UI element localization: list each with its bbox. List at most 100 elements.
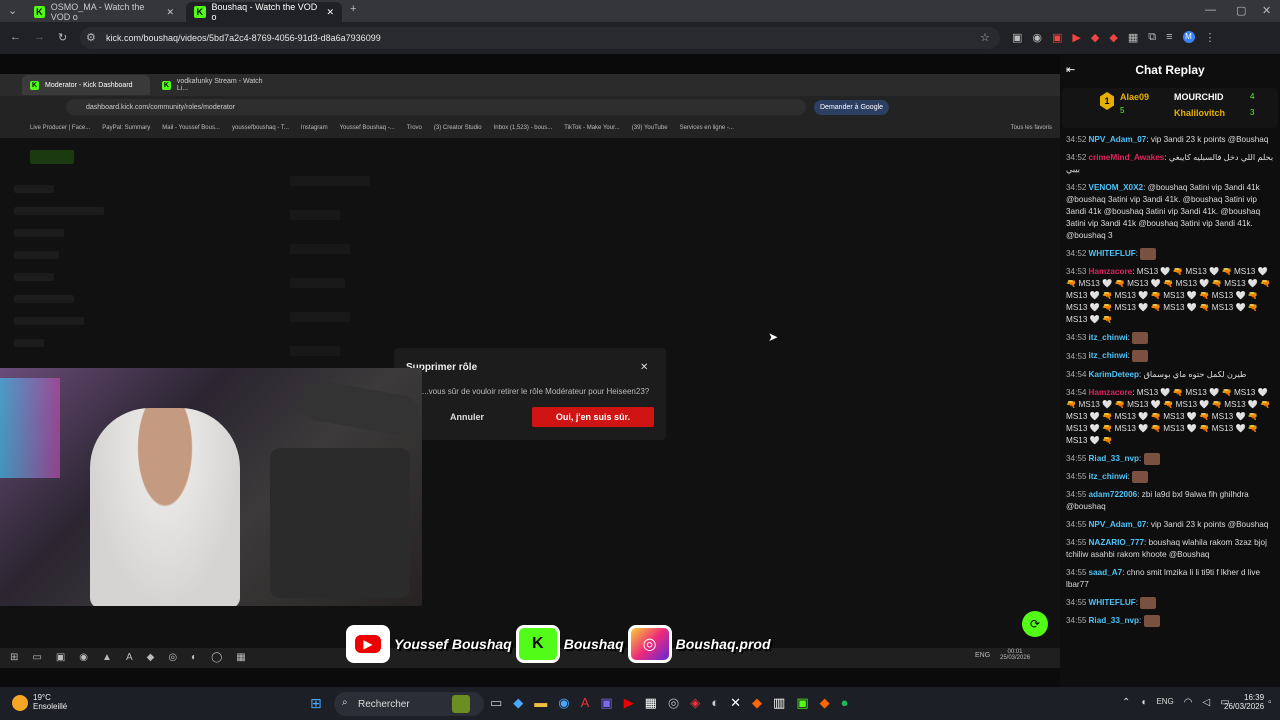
tab-osmo[interactable]: K OSMO_MA - Watch the VOD o ✕ (26, 2, 182, 22)
puzzle-icon[interactable]: ⧉ (1148, 31, 1156, 44)
brave-icon[interactable]: ◆ (147, 652, 155, 663)
forward-icon[interactable]: → (34, 31, 45, 43)
app-icon[interactable]: ▲ (102, 652, 112, 663)
sidebar-item[interactable] (14, 251, 59, 259)
bookmark-item[interactable]: Instagram (301, 125, 328, 131)
youtube-app-icon[interactable]: ▶ (624, 695, 634, 711)
message-username[interactable]: itz_chinwi (1089, 352, 1128, 361)
bookmark-item[interactable]: (3) Creator Studio (434, 125, 482, 131)
spotify-icon[interactable]: ● (841, 695, 849, 711)
copilot-icon[interactable]: ◆ (513, 695, 523, 711)
teams-icon[interactable]: ▣ (600, 695, 612, 711)
message-username[interactable]: KarimDeteep (1089, 370, 1140, 379)
site-info-icon[interactable]: ⚙ (86, 31, 96, 44)
bookmark-item[interactable]: Youssef Boushaq -... (340, 125, 395, 131)
sidebar-item[interactable] (14, 339, 44, 347)
message-username[interactable]: crimeMind_Awakes (1089, 153, 1165, 162)
reload-icon[interactable]: ↻ (58, 31, 67, 44)
app-icon[interactable]: ✕ (730, 695, 741, 711)
bookmark-item[interactable]: Services en ligne -... (680, 125, 734, 131)
minimize-icon[interactable]: — (1205, 4, 1216, 16)
message-username[interactable]: itz_chinwi (1089, 472, 1128, 481)
brave-icon[interactable]: ◆ (752, 695, 762, 711)
extension-icon[interactable]: ◆ (1091, 31, 1099, 44)
inner-url-field[interactable]: dashboard.kick.com/community/roles/moder… (66, 99, 806, 115)
extension-icon[interactable]: ▣ (1052, 31, 1062, 44)
message-username[interactable]: WHITEFLUF (1089, 598, 1136, 607)
reading-list-icon[interactable]: ≡ (1166, 31, 1172, 44)
sidebar-item[interactable] (14, 317, 84, 325)
message-username[interactable]: VENOM_X0X2 (1089, 183, 1144, 192)
app-icon[interactable]: A (126, 652, 133, 663)
profile-avatar[interactable]: M (1182, 31, 1195, 43)
app-icon[interactable]: ◐ (711, 695, 719, 711)
folder-icon[interactable]: ▭ (32, 652, 41, 663)
bookmark-item[interactable]: TikTok - Make Your... (564, 125, 619, 131)
wifi-icon[interactable]: ◠ (1184, 697, 1193, 708)
kick-app-icon[interactable]: ▣ (796, 695, 808, 711)
bookmark-item[interactable]: youssefboushaq - T... (232, 125, 289, 131)
app-icon[interactable]: ▣ (56, 652, 65, 663)
tab-list-icon[interactable]: ⌄ (8, 4, 17, 17)
inner-tab-moderator[interactable]: K Moderator - Kick Dashboard (22, 75, 150, 95)
notification-icon[interactable]: ▫ (1268, 697, 1272, 708)
whatsapp-icon[interactable]: ◯ (211, 652, 222, 663)
sidebar-item[interactable] (14, 295, 74, 303)
steam-icon[interactable]: ◐ (191, 652, 197, 663)
sidebar-item[interactable] (14, 273, 54, 281)
message-username[interactable]: Hamzacore (1089, 267, 1133, 276)
start-button[interactable]: ⊞ (310, 695, 322, 712)
message-username[interactable]: Riad_33_nvp (1089, 454, 1140, 463)
chat-action-icon[interactable]: ⟳ (1022, 611, 1048, 637)
extension-icon[interactable]: ◉ (1032, 31, 1042, 44)
message-username[interactable]: WHITEFLUF (1089, 249, 1136, 258)
chevron-up-icon[interactable]: ⌃ (1122, 697, 1130, 708)
app-icon[interactable]: ◎ (168, 652, 177, 663)
sidebar-item[interactable] (14, 185, 54, 193)
message-username[interactable]: NPV_Adam_07 (1089, 135, 1147, 144)
message-username[interactable]: NAZARIO_777 (1089, 538, 1145, 547)
message-username[interactable]: NPV_Adam_07 (1089, 520, 1147, 529)
file-explorer-icon[interactable]: ▬ (534, 695, 547, 711)
message-username[interactable]: Riad_33_nvp (1089, 616, 1140, 625)
app-icon[interactable]: ◎ (668, 695, 679, 711)
app-icon[interactable]: ◆ (820, 695, 830, 711)
menu-icon[interactable]: ⋮ (1205, 31, 1216, 44)
weather-widget[interactable]: 19°C Ensoleillé (33, 693, 67, 711)
new-tab-icon[interactable]: + (350, 3, 356, 15)
close-icon[interactable]: ✕ (166, 7, 174, 18)
url-field[interactable]: kick.com/boushaq/videos/5bd7a2c4-8769-40… (80, 27, 1000, 49)
mic-icon[interactable]: ◖ (1140, 697, 1146, 708)
sidebar-item[interactable] (14, 207, 104, 215)
tab-boushaq[interactable]: K Boushaq - Watch the VOD o ✕ (186, 2, 342, 22)
clock[interactable]: 16:39 26/03/2026 (1224, 693, 1264, 711)
bookmark-star-icon[interactable]: ☆ (980, 31, 990, 44)
windows-icon[interactable]: ⊞ (10, 652, 18, 663)
app-icon[interactable]: ◈ (690, 695, 700, 711)
message-username[interactable]: Hamzacore (1089, 388, 1133, 397)
bookmark-item[interactable]: Inbox (1,523) - bous... (494, 125, 553, 131)
chrome-icon[interactable]: ◉ (79, 652, 88, 663)
chrome-icon[interactable]: ◉ (558, 695, 569, 711)
confirm-button[interactable]: Oui, j'en suis sûr. (532, 407, 654, 427)
message-username[interactable]: itz_chinwi (1089, 333, 1128, 342)
maximize-icon[interactable]: ▢ (1236, 4, 1246, 17)
task-view-icon[interactable]: ▭ (490, 695, 502, 711)
sidebar-item[interactable] (14, 229, 64, 237)
app-icon[interactable]: ▦ (236, 652, 245, 663)
bookmark-item[interactable]: Trovo (407, 125, 422, 131)
bookmark-item[interactable]: PayPal: Summary (102, 125, 150, 131)
inner-tab-vodkafunky[interactable]: K vodkafunky Stream - Watch Li... (154, 75, 282, 95)
extension-icon[interactable]: ◆ (1109, 31, 1117, 44)
close-window-icon[interactable]: ✕ (1262, 4, 1271, 17)
dialog-close-icon[interactable]: ✕ (640, 362, 648, 373)
ask-google-button[interactable]: Demander à Google (814, 100, 890, 115)
app-icon[interactable]: ▥ (773, 695, 785, 711)
message-username[interactable]: saad_A7 (1089, 568, 1123, 577)
app-icon[interactable]: ▦ (645, 695, 657, 711)
app-icon[interactable]: A (581, 695, 590, 711)
extension-icon[interactable]: ▦ (1128, 31, 1138, 44)
back-icon[interactable]: ← (10, 31, 21, 43)
tray-lang[interactable]: ENG (1156, 697, 1173, 708)
volume-icon[interactable]: ◁ (1203, 697, 1211, 708)
